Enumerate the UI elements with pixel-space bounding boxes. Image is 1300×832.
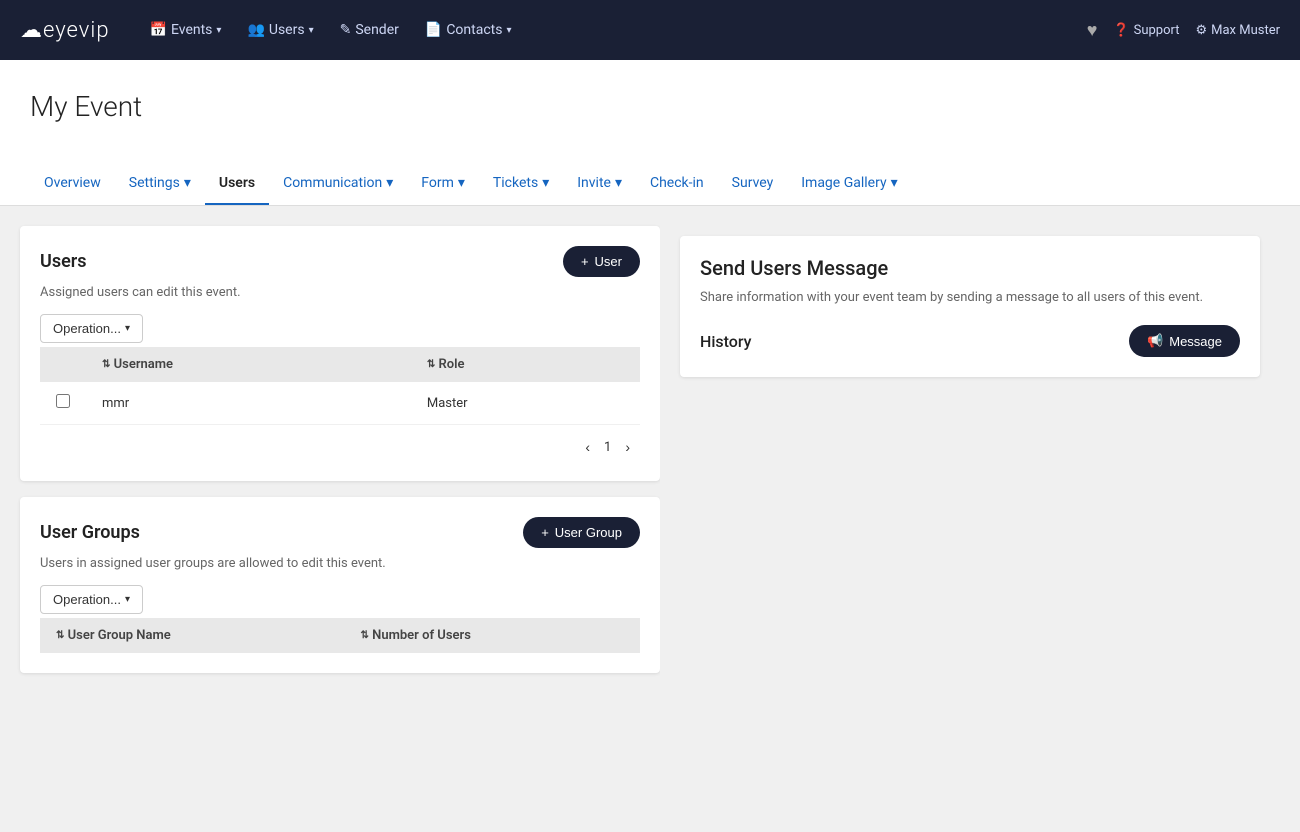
sender-icon: ✎ (340, 22, 352, 38)
num-users-sort-icon: ⇅ (361, 630, 369, 641)
table-row: mmr Master (40, 382, 640, 425)
question-icon: ❓ (1113, 23, 1129, 38)
user-groups-card-header: User Groups + User Group (40, 517, 640, 548)
nav-events[interactable]: 📅 Events ▾ (140, 14, 232, 46)
tab-form[interactable]: Form ▾ (407, 163, 479, 205)
user-menu[interactable]: ⚙ Max Muster (1195, 23, 1280, 38)
pagination: ‹ 1 › (40, 425, 640, 461)
tabs-bar: Overview Settings ▾ Users Communication … (0, 163, 1300, 206)
users-table-checkbox-header (40, 347, 86, 382)
users-icon: 👥 (247, 22, 264, 38)
invite-chevron-icon: ▾ (615, 175, 622, 191)
tab-communication[interactable]: Communication ▾ (269, 163, 407, 205)
send-message-card: Send Users Message Share information wit… (680, 236, 1260, 377)
support-link[interactable]: ❓ Support (1113, 23, 1179, 38)
users-card-title: Users (40, 251, 87, 272)
tab-users[interactable]: Users (205, 163, 269, 205)
tab-invite[interactable]: Invite ▾ (563, 163, 636, 205)
nav-left: ☁eyevip 📅 Events ▾ 👥 Users ▾ ✎ Sender 📄 … (20, 14, 522, 46)
plus-icon: + (581, 254, 589, 269)
users-table-username-header[interactable]: ⇅ Username (86, 347, 411, 382)
operation-chevron-icon: ▾ (125, 323, 130, 334)
users-operation-dropdown[interactable]: Operation... ▾ (40, 314, 143, 343)
next-page-button[interactable]: › (619, 437, 636, 457)
send-message-desc: Share information with your event team b… (700, 290, 1240, 305)
user-groups-table-header-row: ⇅ User Group Name ⇅ Number of Users (40, 618, 640, 653)
communication-chevron-icon: ▾ (386, 175, 393, 191)
plus-group-icon: + (541, 525, 549, 540)
gallery-chevron-icon: ▾ (891, 175, 898, 191)
history-row: History 📢 Message (700, 325, 1240, 357)
add-user-button[interactable]: + User (563, 246, 640, 277)
users-card-subtitle: Assigned users can edit this event. (40, 285, 640, 300)
nav-contacts[interactable]: 📄 Contacts ▾ (415, 14, 522, 46)
users-chevron-icon: ▾ (309, 25, 314, 36)
right-panel: Send Users Message Share information wit… (660, 226, 1280, 786)
history-label: History (700, 332, 752, 351)
calendar-icon: 📅 (150, 22, 167, 38)
heart-icon[interactable]: ♥ (1087, 20, 1098, 41)
nav-users[interactable]: 👥 Users ▾ (237, 14, 323, 46)
nav-sender[interactable]: ✎ Sender (330, 14, 409, 46)
users-card-header: Users + User (40, 246, 640, 277)
row-checkbox-cell[interactable] (40, 382, 86, 425)
tab-checkin[interactable]: Check-in (636, 163, 718, 205)
send-message-title: Send Users Message (700, 256, 1240, 280)
send-message-button[interactable]: 📢 Message (1129, 325, 1240, 357)
page-title: My Event (30, 90, 1270, 123)
left-panel: Users + User Assigned users can edit thi… (20, 226, 660, 786)
tab-survey[interactable]: Survey (718, 163, 788, 205)
top-navbar: ☁eyevip 📅 Events ▾ 👥 Users ▾ ✎ Sender 📄 … (0, 0, 1300, 60)
users-card: Users + User Assigned users can edit thi… (20, 226, 660, 481)
settings-chevron-icon: ▾ (184, 175, 191, 191)
gear-icon: ⚙ (1195, 23, 1207, 38)
user-groups-card-subtitle: Users in assigned user groups are allowe… (40, 556, 640, 571)
users-table-header-row: ⇅ Username ⇅ Role (40, 347, 640, 382)
users-table: ⇅ Username ⇅ Role mmr (40, 347, 640, 425)
user-groups-operation-dropdown[interactable]: Operation... ▾ (40, 585, 143, 614)
users-table-role-header[interactable]: ⇅ Role (411, 347, 640, 382)
nav-items: 📅 Events ▾ 👥 Users ▾ ✎ Sender 📄 Contacts… (140, 14, 522, 46)
form-chevron-icon: ▾ (458, 175, 465, 191)
contacts-chevron-icon: ▾ (506, 25, 511, 36)
role-sort-icon: ⇅ (427, 359, 435, 370)
username-cell: mmr (86, 382, 411, 425)
nav-right: ♥ ❓ Support ⚙ Max Muster (1087, 20, 1280, 41)
events-chevron-icon: ▾ (216, 25, 221, 36)
user-group-name-header[interactable]: ⇅ User Group Name (40, 618, 345, 653)
group-name-sort-icon: ⇅ (56, 630, 64, 641)
username-sort-icon: ⇅ (102, 359, 110, 370)
main-layout: Users + User Assigned users can edit thi… (0, 206, 1300, 806)
tickets-chevron-icon: ▾ (542, 175, 549, 191)
number-of-users-header[interactable]: ⇅ Number of Users (345, 618, 641, 653)
contacts-icon: 📄 (425, 22, 442, 38)
page-header: My Event (0, 60, 1300, 163)
add-user-group-button[interactable]: + User Group (523, 517, 640, 548)
tab-image-gallery[interactable]: Image Gallery ▾ (787, 163, 911, 205)
prev-page-button[interactable]: ‹ (579, 437, 596, 457)
tab-settings[interactable]: Settings ▾ (115, 163, 205, 205)
logo[interactable]: ☁eyevip (20, 18, 110, 43)
role-cell: Master (411, 382, 640, 425)
page-number: 1 (604, 440, 611, 455)
user-groups-card-title: User Groups (40, 522, 140, 543)
tab-tickets[interactable]: Tickets ▾ (479, 163, 563, 205)
row-checkbox[interactable] (56, 394, 70, 408)
user-groups-card: User Groups + User Group Users in assign… (20, 497, 660, 673)
groups-operation-chevron-icon: ▾ (125, 594, 130, 605)
user-groups-table: ⇅ User Group Name ⇅ Number of Users (40, 618, 640, 653)
megaphone-icon: 📢 (1147, 333, 1163, 349)
tab-overview[interactable]: Overview (30, 163, 115, 205)
